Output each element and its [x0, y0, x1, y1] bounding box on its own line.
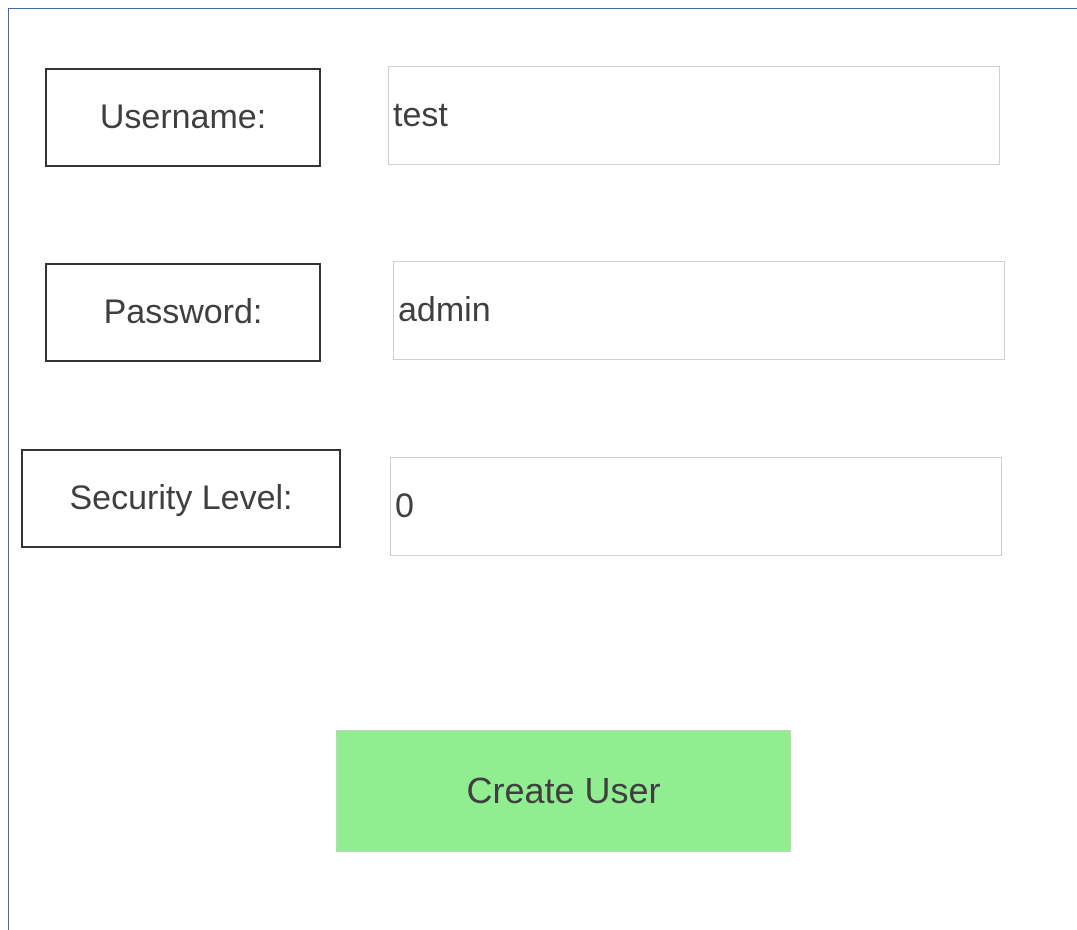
- username-label: Username:: [45, 68, 321, 167]
- create-user-button[interactable]: Create User: [336, 730, 791, 852]
- password-input[interactable]: [393, 261, 1005, 360]
- password-label-text: Password:: [103, 293, 263, 331]
- username-label-text: Username:: [99, 98, 267, 136]
- security-level-input[interactable]: [390, 457, 1002, 556]
- password-label: Password:: [45, 263, 321, 362]
- create-user-button-label: Create User: [466, 770, 661, 811]
- username-input[interactable]: [388, 66, 1000, 165]
- security-level-label: Security Level:: [21, 449, 341, 548]
- security-level-label-text: Security Level:: [69, 479, 293, 517]
